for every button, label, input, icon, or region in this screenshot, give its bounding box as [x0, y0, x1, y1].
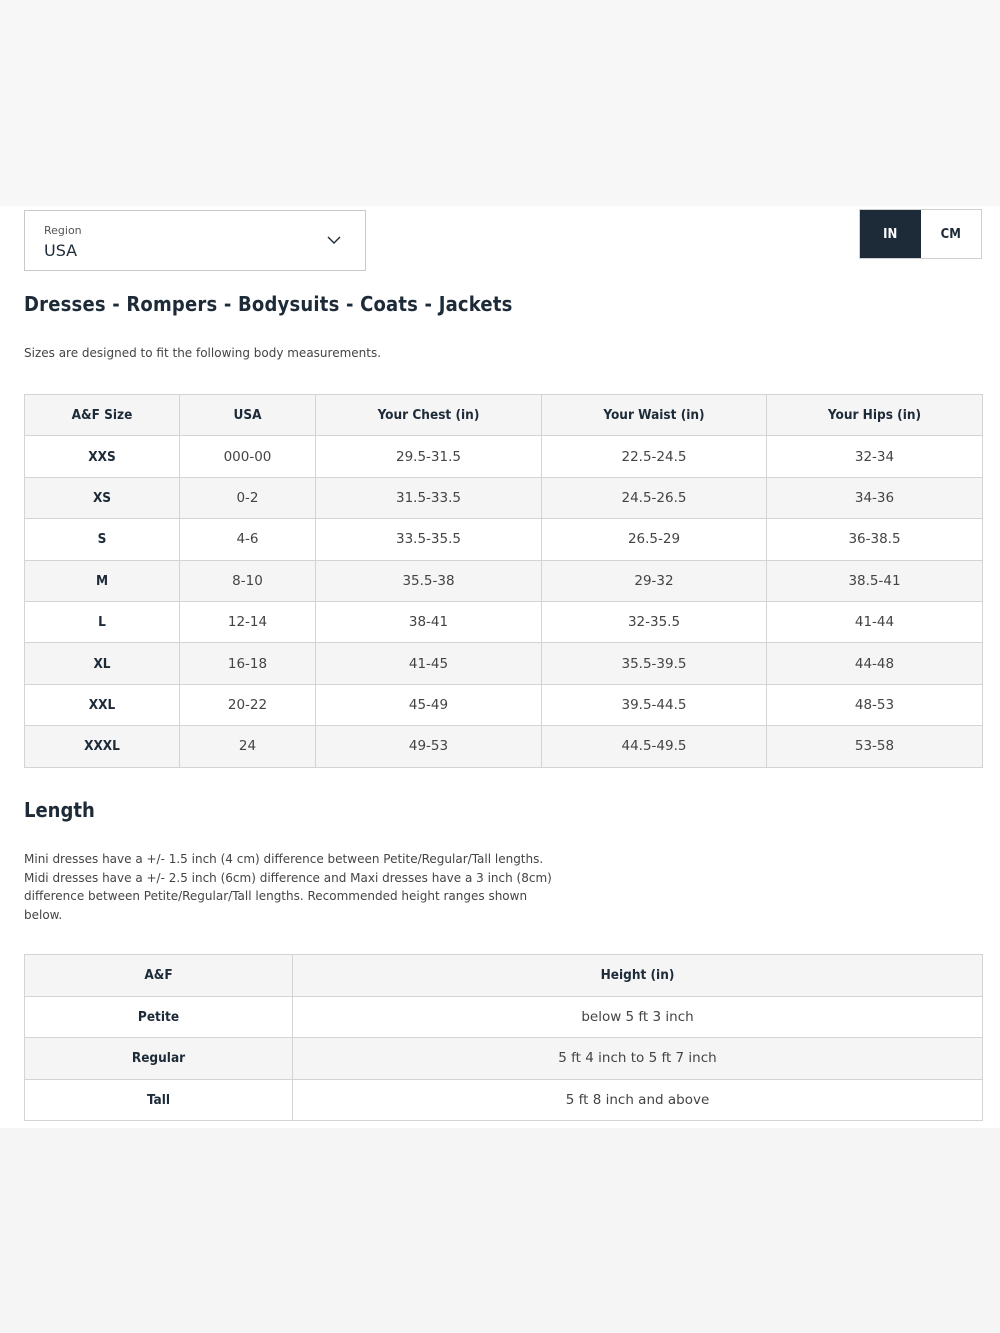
height-cell: 5 ft 4 inch to 5 ft 7 inch: [292, 1037, 983, 1080]
usa-cell: 24: [179, 725, 316, 768]
chest-cell: 41-45: [315, 642, 542, 685]
length-fit-cell: Regular: [24, 1037, 293, 1080]
table-row: M 8-10 35.5-38 29-32 38.5-41: [24, 559, 983, 602]
usa-cell: 4-6: [179, 518, 316, 561]
waist-cell: 32-35.5: [541, 600, 767, 644]
size-guide-panel: Region USA IN CM Dresses - Rompers - Bod…: [0, 206, 1000, 1128]
waist-cell: 24.5-26.5: [541, 476, 767, 520]
table-row: Tall 5 ft 8 inch and above: [24, 1078, 983, 1121]
hips-cell: 41-44: [766, 600, 983, 644]
size-cell: XXL: [24, 683, 180, 727]
size-cell: XXXL: [24, 725, 180, 768]
waist-cell: 35.5-39.5: [541, 642, 767, 685]
size-section-description: Sizes are designed to fit the following …: [24, 346, 382, 360]
unit-toggle: IN CM: [859, 209, 982, 259]
table-row: XXL 20-22 45-49 39.5-44.5 48-53: [24, 683, 983, 727]
hips-cell: 44-48: [766, 642, 983, 685]
size-header-chest: Your Chest (in): [315, 393, 542, 437]
table-row: XS 0-2 31.5-33.5 24.5-26.5 34-36: [24, 476, 983, 520]
top-background: [0, 0, 1000, 206]
size-header-hips: Your Hips (in): [766, 393, 983, 437]
length-table-header-row: A&F Height (in): [24, 954, 983, 997]
length-header-height: Height (in): [292, 954, 983, 997]
length-section-description: Mini dresses have a +/- 1.5 inch (4 cm) …: [24, 850, 564, 924]
table-row: XXXL 24 49-53 44.5-49.5 53-58: [24, 725, 983, 768]
size-cell: XXS: [24, 435, 180, 478]
length-table: A&F Height (in) Petite below 5 ft 3 inch…: [24, 954, 983, 1121]
size-section-title: Dresses - Rompers - Bodysuits - Coats - …: [24, 292, 513, 316]
waist-cell: 39.5-44.5: [541, 683, 767, 727]
length-fit-cell: Tall: [24, 1078, 293, 1121]
size-cell: M: [24, 559, 180, 602]
chevron-down-icon: [327, 236, 341, 244]
size-header-af: A&F Size: [24, 393, 180, 437]
table-row: Petite below 5 ft 3 inch: [24, 995, 983, 1038]
chest-cell: 31.5-33.5: [315, 476, 542, 520]
hips-cell: 53-58: [766, 725, 983, 768]
usa-cell: 20-22: [179, 683, 316, 727]
length-description-line: Midi dresses have a +/- 2.5 inch (6cm) d…: [24, 870, 552, 885]
size-header-waist: Your Waist (in): [541, 393, 767, 437]
usa-cell: 12-14: [179, 600, 316, 644]
size-table-header-row: A&F Size USA Your Chest (in) Your Waist …: [24, 393, 983, 437]
usa-cell: 000-00: [179, 435, 316, 478]
size-cell: XS: [24, 476, 180, 520]
chest-cell: 29.5-31.5: [315, 435, 542, 478]
length-fit-cell: Petite: [24, 995, 293, 1038]
table-row: Regular 5 ft 4 inch to 5 ft 7 inch: [24, 1037, 983, 1080]
height-cell: 5 ft 8 inch and above: [292, 1078, 983, 1121]
height-cell: below 5 ft 3 inch: [292, 995, 983, 1038]
size-table: A&F Size USA Your Chest (in) Your Waist …: [24, 393, 983, 768]
table-row: S 4-6 33.5-35.5 26.5-29 36-38.5: [24, 518, 983, 561]
bottom-background: [0, 1128, 1000, 1333]
chest-cell: 33.5-35.5: [315, 518, 542, 561]
hips-cell: 38.5-41: [766, 559, 983, 602]
length-description-line: difference between Petite/Regular/Tall l…: [24, 889, 528, 903]
table-row: XXS 000-00 29.5-31.5 22.5-24.5 32-34: [24, 435, 983, 478]
hips-cell: 34-36: [766, 476, 983, 520]
waist-cell: 29-32: [541, 559, 767, 602]
waist-cell: 26.5-29: [541, 518, 767, 561]
unit-in-button[interactable]: IN: [860, 210, 921, 258]
waist-cell: 22.5-24.5: [541, 435, 767, 478]
size-cell: S: [24, 518, 180, 561]
usa-cell: 8-10: [179, 559, 316, 602]
usa-cell: 0-2: [179, 476, 316, 520]
usa-cell: 16-18: [179, 642, 316, 685]
hips-cell: 36-38.5: [766, 518, 983, 561]
length-description-line: below.: [24, 907, 63, 922]
waist-cell: 44.5-49.5: [541, 725, 767, 768]
region-value: USA: [44, 241, 78, 260]
unit-cm-button[interactable]: CM: [920, 210, 981, 258]
region-select[interactable]: Region USA: [24, 210, 366, 271]
chest-cell: 38-41: [315, 600, 542, 644]
chest-cell: 35.5-38: [315, 559, 542, 602]
length-header-af: A&F: [24, 954, 293, 997]
size-cell: XL: [24, 642, 180, 685]
length-section-title: Length: [24, 798, 95, 822]
size-cell: L: [24, 600, 180, 644]
region-label: Region: [44, 224, 82, 237]
hips-cell: 32-34: [766, 435, 983, 478]
size-header-usa: USA: [179, 393, 316, 437]
table-row: XL 16-18 41-45 35.5-39.5 44-48: [24, 642, 983, 685]
chest-cell: 45-49: [315, 683, 542, 727]
length-description-line: Mini dresses have a +/- 1.5 inch (4 cm) …: [24, 852, 544, 866]
table-row: L 12-14 38-41 32-35.5 41-44: [24, 600, 983, 644]
hips-cell: 48-53: [766, 683, 983, 727]
chest-cell: 49-53: [315, 725, 542, 768]
